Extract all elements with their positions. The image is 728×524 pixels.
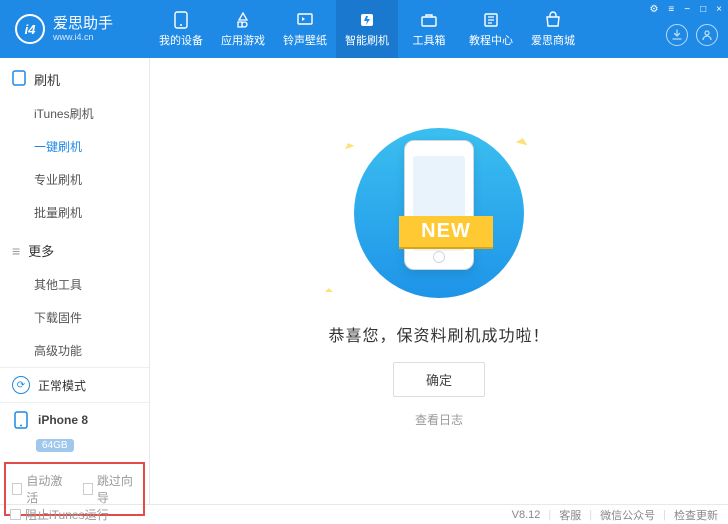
storage-badge: 64GB — [36, 439, 74, 452]
body-area: 刷机 iTunes刷机一键刷机专业刷机批量刷机 ≡ 更多其他工具下载固件高级功能 ⟳ … — [0, 58, 728, 504]
checkbox-box — [12, 483, 22, 495]
sidebar-item[interactable]: 高级功能 — [34, 334, 149, 367]
nav-label: 智能刷机 — [345, 32, 389, 48]
apps-icon — [234, 11, 252, 29]
wechat-link[interactable]: 微信公众号 — [600, 507, 655, 523]
device-icon — [172, 11, 190, 29]
auto-activate-checkbox[interactable]: 自动激活 — [12, 472, 67, 506]
ribbon-text: NEW — [399, 216, 493, 247]
sidebar: 刷机 iTunes刷机一键刷机专业刷机批量刷机 ≡ 更多其他工具下载固件高级功能 ⟳ … — [0, 58, 150, 504]
mode-icon: ⟳ — [12, 376, 30, 394]
nav-item-flash[interactable]: 智能刷机 — [336, 0, 398, 58]
nav-label: 我的设备 — [159, 32, 203, 48]
check-update-link[interactable]: 检查更新 — [674, 507, 718, 523]
main-panel: NEW 恭喜您，保资料刷机成功啦！ 确定 查看日志 — [150, 58, 728, 504]
app-subtitle: www.i4.cn — [53, 32, 113, 42]
maximize-icon[interactable]: □ — [700, 4, 706, 15]
logo-block: i4 爱思助手 www.i4.cn — [0, 14, 150, 44]
section-label: 更多 — [28, 241, 54, 260]
sidebar-item[interactable]: 批量刷机 — [34, 196, 149, 229]
success-message: 恭喜您，保资料刷机成功啦！ — [328, 322, 549, 346]
footer-right: V8.12 | 客服 | 微信公众号 | 检查更新 — [512, 507, 718, 523]
checkbox-box — [83, 483, 93, 495]
close-icon[interactable]: × — [716, 4, 722, 15]
mode-row[interactable]: ⟳ 正常模式 — [0, 367, 149, 402]
sidebar-item[interactable]: iTunes刷机 — [34, 97, 149, 130]
sparkle-icon — [325, 284, 333, 292]
sidebar-item[interactable]: 其他工具 — [34, 268, 149, 301]
sparkle-icon — [342, 137, 355, 150]
view-log-link[interactable]: 查看日志 — [415, 411, 463, 428]
phone-icon — [12, 411, 30, 429]
footer-left: 阻止iTunes运行 — [10, 506, 109, 523]
nav-label: 应用游戏 — [221, 32, 265, 48]
nav-item-tutorial[interactable]: 教程中心 — [460, 0, 522, 58]
logo-icon: i4 — [15, 14, 45, 44]
phone-icon — [12, 70, 26, 89]
checkbox-label: 跳过向导 — [97, 472, 137, 506]
nav-label: 工具箱 — [413, 32, 446, 48]
settings-icon[interactable]: ⚙ — [649, 4, 658, 15]
mode-label: 正常模式 — [38, 377, 86, 394]
nav-item-shop[interactable]: 爱思商城 — [522, 0, 584, 58]
download-icon[interactable] — [666, 24, 688, 46]
user-circles — [666, 24, 718, 46]
tutorial-icon — [482, 11, 500, 29]
flash-icon — [358, 11, 376, 29]
app-title: 爱思助手 — [53, 16, 113, 33]
menu-icon[interactable]: ≡ — [668, 4, 674, 15]
user-icon[interactable] — [696, 24, 718, 46]
nav-label: 爱思商城 — [531, 32, 575, 48]
illustration: NEW — [319, 118, 559, 308]
version-label: V8.12 — [512, 509, 541, 521]
block-itunes-checkbox[interactable]: 阻止iTunes运行 — [10, 506, 109, 523]
nav-label: 教程中心 — [469, 32, 513, 48]
section-label: 刷机 — [34, 70, 60, 89]
sparkle-icon — [516, 131, 531, 146]
sidebar-item[interactable]: 一键刷机 — [34, 130, 149, 163]
ok-button[interactable]: 确定 — [393, 362, 485, 397]
list-icon: ≡ — [12, 243, 20, 259]
nav-item-ringtone[interactable]: 铃声壁纸 — [274, 0, 336, 58]
minimize-icon[interactable]: − — [684, 4, 690, 15]
nav-label: 铃声壁纸 — [283, 32, 327, 48]
toolbox-icon — [420, 11, 438, 29]
nav-item-toolbox[interactable]: 工具箱 — [398, 0, 460, 58]
checkbox-label: 自动激活 — [26, 472, 66, 506]
skip-guide-checkbox[interactable]: 跳过向导 — [83, 472, 138, 506]
sidebar-item[interactable]: 下载固件 — [34, 301, 149, 334]
shop-icon — [544, 11, 562, 29]
support-link[interactable]: 客服 — [559, 507, 581, 523]
device-row[interactable]: iPhone 8 64GB — [0, 402, 149, 460]
main-nav: 我的设备 应用游戏 铃声壁纸 智能刷机 工具箱 教程中心 爱思商城 — [150, 0, 584, 58]
new-ribbon: NEW — [329, 210, 563, 252]
sidebar-item[interactable]: 专业刷机 — [34, 163, 149, 196]
window-controls: ⚙ ≡ − □ × — [649, 0, 722, 15]
sidebar-section-title[interactable]: 刷机 — [0, 58, 149, 97]
logo-text-block: 爱思助手 www.i4.cn — [53, 16, 113, 43]
checkbox-label: 阻止iTunes运行 — [25, 506, 109, 523]
topbar: i4 爱思助手 www.i4.cn 我的设备 应用游戏 铃声壁纸 智能刷机 工具箱 教程中… — [0, 0, 728, 58]
nav-item-device[interactable]: 我的设备 — [150, 0, 212, 58]
checkbox-box — [10, 509, 21, 520]
sidebar-section-title[interactable]: ≡ 更多 — [0, 229, 149, 268]
nav-item-apps[interactable]: 应用游戏 — [212, 0, 274, 58]
device-name: iPhone 8 — [38, 413, 88, 427]
ringtone-icon — [296, 11, 314, 29]
